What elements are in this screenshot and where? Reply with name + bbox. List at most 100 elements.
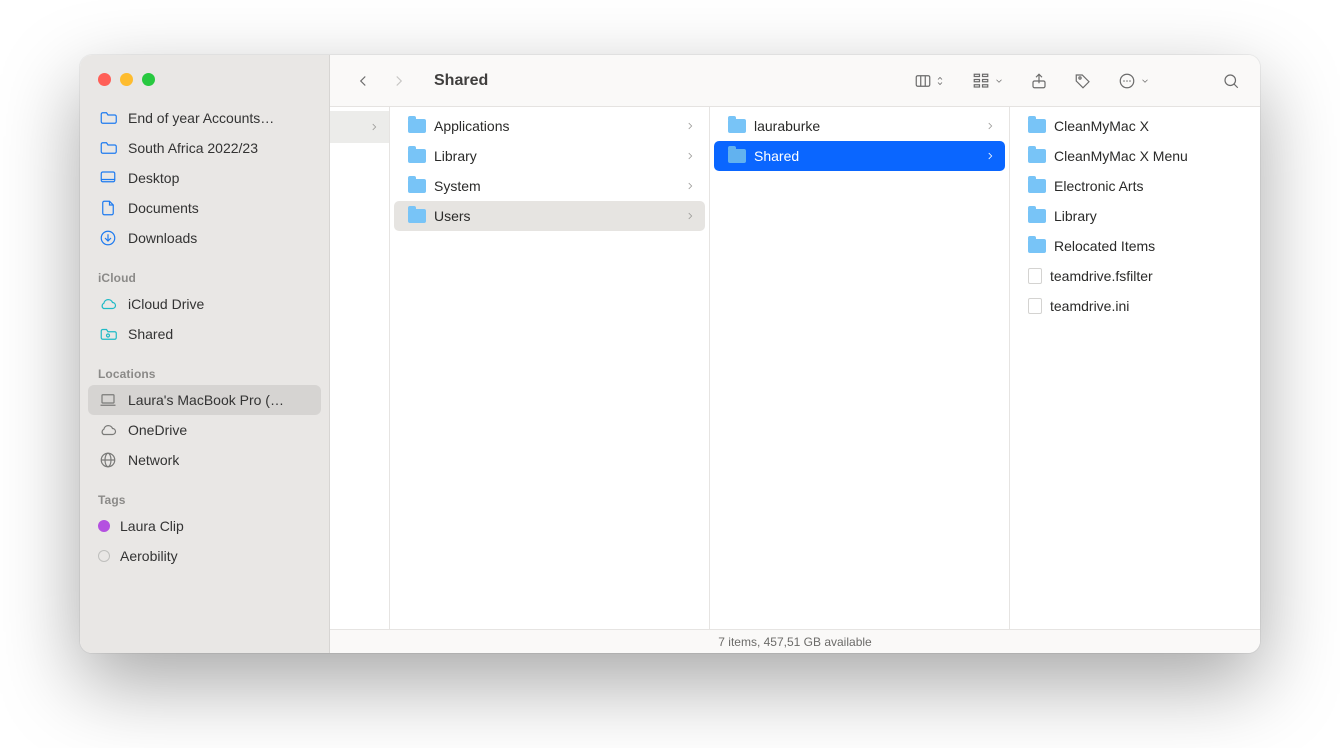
sidebar-item-label: Aerobility (120, 548, 178, 564)
folder-row[interactable]: lauraburke (714, 111, 1005, 141)
cloud-icon (98, 420, 118, 440)
sidebar-tag-aerobility[interactable]: Aerobility (88, 541, 321, 571)
sidebar-item-label: Documents (128, 200, 199, 216)
item-name: Library (434, 148, 677, 164)
folder-icon (98, 138, 118, 158)
view-mode-button[interactable] (912, 66, 948, 96)
column-3: CleanMyMac X CleanMyMac X Menu Electronic … (1010, 107, 1260, 629)
folder-icon (1028, 179, 1046, 193)
desktop-icon (98, 168, 118, 188)
file-icon (1028, 298, 1042, 314)
folder-icon (408, 149, 426, 163)
folder-row[interactable]: System (394, 171, 705, 201)
folder-icon (98, 108, 118, 128)
sidebar-item-network[interactable]: Network (88, 445, 321, 475)
column-0 (330, 107, 390, 629)
folder-icon (1028, 239, 1046, 253)
window-controls (98, 73, 155, 86)
file-row[interactable]: teamdrive.ini (1014, 291, 1256, 321)
item-name: CleanMyMac X (1054, 118, 1246, 134)
more-actions-button[interactable] (1116, 66, 1152, 96)
fullscreen-window[interactable] (142, 73, 155, 86)
folder-icon (728, 149, 746, 163)
toolbar: Shared (330, 55, 1260, 107)
folder-icon (408, 209, 426, 223)
chevron-right-icon (685, 208, 695, 224)
sidebar-header-locations: Locations (88, 363, 321, 385)
folder-row[interactable]: Applications (394, 111, 705, 141)
window-title: Shared (434, 72, 488, 90)
column-2: lauraburke Shared (710, 107, 1010, 629)
file-row[interactable]: teamdrive.fsfilter (1014, 261, 1256, 291)
chevron-right-icon (685, 178, 695, 194)
tags-button[interactable] (1072, 66, 1094, 96)
item-name: Electronic Arts (1054, 178, 1246, 194)
item-name: Applications (434, 118, 677, 134)
column-view: Applications Library System Users lauraburk… (330, 107, 1260, 629)
sidebar-item-label: End of year Accounts… (128, 110, 274, 126)
sidebar-item-label: Laura's MacBook Pro (… (128, 392, 284, 408)
close-window[interactable] (98, 73, 111, 86)
sidebar-item-label: OneDrive (128, 422, 187, 438)
folder-row[interactable]: Electronic Arts (1014, 171, 1256, 201)
sidebar-item-documents[interactable]: Documents (88, 193, 321, 223)
laptop-icon (98, 390, 118, 410)
minimize-window[interactable] (120, 73, 133, 86)
chevron-right-icon (685, 118, 695, 134)
file-icon (1028, 268, 1042, 284)
main-pane: Shared (330, 55, 1260, 653)
column-parent-indicator[interactable] (330, 111, 389, 143)
folder-row[interactable]: Relocated Items (1014, 231, 1256, 261)
sidebar-item-onedrive[interactable]: OneDrive (88, 415, 321, 445)
item-name: Library (1054, 208, 1246, 224)
folder-row[interactable]: Library (394, 141, 705, 171)
status-text: 7 items, 457,51 GB available (718, 635, 871, 649)
sidebar-item-label: South Africa 2022/23 (128, 140, 258, 156)
folder-row[interactable]: Shared (714, 141, 1005, 171)
sidebar-item-label: Shared (128, 326, 173, 342)
folder-icon (408, 179, 426, 193)
folder-icon (1028, 209, 1046, 223)
item-name: teamdrive.ini (1050, 298, 1246, 314)
folder-row[interactable]: Users (394, 201, 705, 231)
nav-forward-button[interactable] (384, 66, 414, 96)
folder-icon (728, 119, 746, 133)
sidebar: End of year Accounts… South Africa 2022/… (80, 55, 330, 653)
item-name: System (434, 178, 677, 194)
folder-row[interactable]: CleanMyMac X Menu (1014, 141, 1256, 171)
sidebar-item-label: Desktop (128, 170, 179, 186)
download-icon (98, 228, 118, 248)
sidebar-item-label: Laura Clip (120, 518, 184, 534)
sidebar-item-south-africa[interactable]: South Africa 2022/23 (88, 133, 321, 163)
sidebar-tag-laura-clip[interactable]: Laura Clip (88, 511, 321, 541)
item-name: lauraburke (754, 118, 977, 134)
group-by-button[interactable] (970, 66, 1006, 96)
item-name: CleanMyMac X Menu (1054, 148, 1246, 164)
share-button[interactable] (1028, 66, 1050, 96)
sidebar-item-eoy-accounts[interactable]: End of year Accounts… (88, 103, 321, 133)
nav-back-button[interactable] (348, 66, 378, 96)
document-icon (98, 198, 118, 218)
sidebar-item-macbook[interactable]: Laura's MacBook Pro (… (88, 385, 321, 415)
tag-dot-icon (98, 550, 110, 562)
sidebar-item-label: iCloud Drive (128, 296, 204, 312)
folder-row[interactable]: CleanMyMac X (1014, 111, 1256, 141)
sidebar-item-label: Network (128, 452, 179, 468)
chevron-right-icon (685, 148, 695, 164)
sidebar-item-desktop[interactable]: Desktop (88, 163, 321, 193)
chevron-right-icon (985, 148, 995, 164)
sidebar-header-tags: Tags (88, 489, 321, 511)
folder-icon (1028, 119, 1046, 133)
item-name: teamdrive.fsfilter (1050, 268, 1246, 284)
item-name: Shared (754, 148, 977, 164)
chevron-right-icon (985, 118, 995, 134)
status-bar: 7 items, 457,51 GB available (330, 629, 1260, 653)
search-button[interactable] (1220, 66, 1242, 96)
globe-icon (98, 450, 118, 470)
sidebar-item-icloud-drive[interactable]: iCloud Drive (88, 289, 321, 319)
chevron-right-icon (369, 119, 379, 135)
item-name: Users (434, 208, 677, 224)
sidebar-item-icloud-shared[interactable]: Shared (88, 319, 321, 349)
folder-row[interactable]: Library (1014, 201, 1256, 231)
sidebar-item-downloads[interactable]: Downloads (88, 223, 321, 253)
